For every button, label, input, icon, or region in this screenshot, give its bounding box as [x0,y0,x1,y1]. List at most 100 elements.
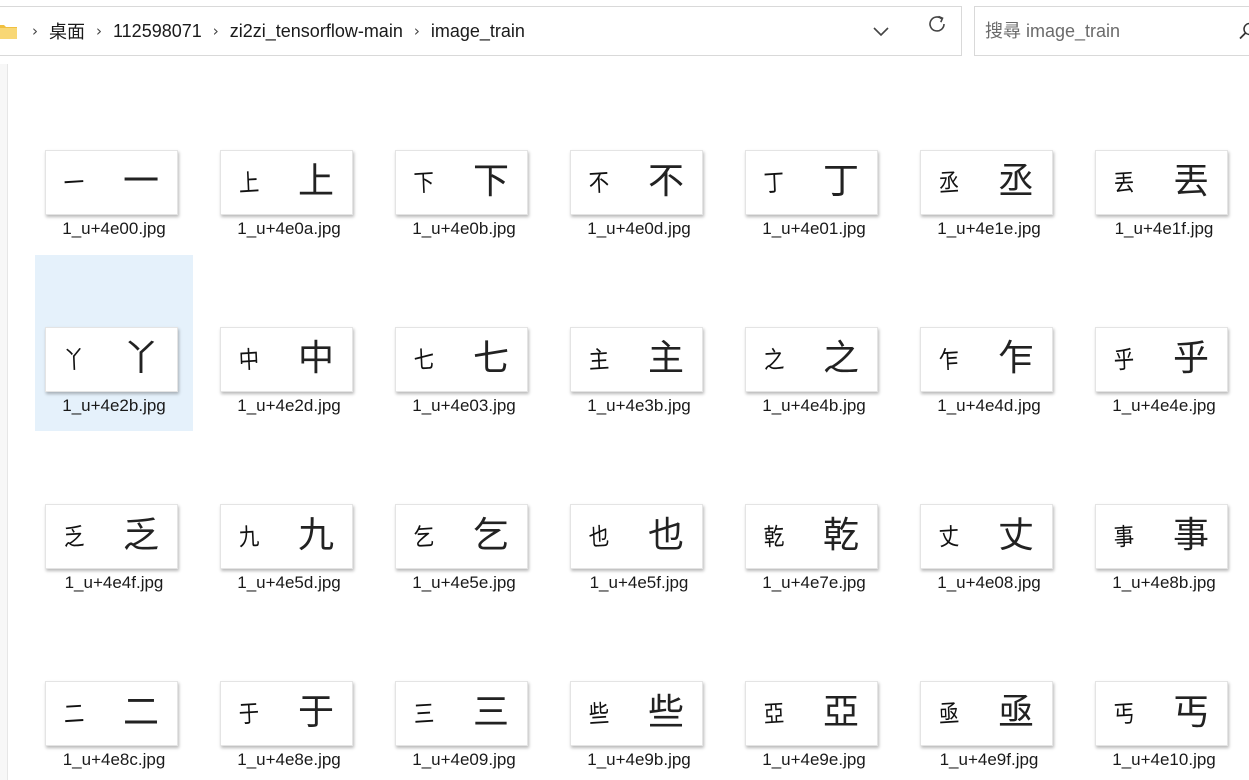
file-item[interactable]: 乞乞 1_u+4e5e.jpg [385,432,543,608]
thumbnail-handwritten-glyph: 七 [413,345,435,375]
file-name-label: 1_u+4e8b.jpg [1112,573,1216,592]
file-thumbnail: 丐丐 [1095,681,1228,746]
thumbnail-printed-glyph: 上 [297,161,334,202]
thumbnail-printed-glyph: 丐 [1172,692,1209,733]
file-name-label: 1_u+4e00.jpg [62,219,166,238]
file-item[interactable]: 于于 1_u+4e8e.jpg [210,609,368,780]
file-name-label: 1_u+4e4b.jpg [762,396,866,415]
file-item[interactable]: 些 些 1_u+4e9b.jpg [560,609,718,780]
file-item[interactable]: 乍乍 1_u+4e4d.jpg [910,255,1068,431]
thumbnail-printed-glyph: 二 [122,692,159,733]
file-name-label: 1_u+4e5e.jpg [412,573,516,592]
file-thumbnail: 中中 [220,327,353,392]
file-thumbnail: 乍乍 [920,327,1053,392]
file-item[interactable]: 三三 1_u+4e09.jpg [385,609,543,780]
thumbnail-printed-glyph: 乞 [472,515,509,556]
thumbnail-printed-glyph: 三 [472,692,509,733]
file-item[interactable]: 乾乾 1_u+4e7e.jpg [735,432,893,608]
thumbnail-handwritten-glyph: 二 [63,699,85,729]
file-item[interactable]: 丫丫 1_u+4e2b.jpg [35,255,193,431]
file-thumbnail: 于于 [220,681,353,746]
file-name-label: 1_u+4e9b.jpg [587,750,691,769]
file-thumbnail: 丫丫 [45,327,178,392]
file-item[interactable]: 丁丁 1_u+4e01.jpg [735,78,893,254]
file-thumbnail: 亟亟 [920,681,1053,746]
thumbnail-printed-glyph: 一 [122,161,159,202]
thumbnail-printed-glyph: 些 [647,692,684,733]
file-item[interactable]: 二二 1_u+4e8c.jpg [35,609,193,780]
file-name-label: 1_u+4e10.jpg [1112,750,1216,769]
file-name-label: 1_u+4e4f.jpg [64,573,164,592]
file-thumbnail: 上上 [220,150,353,215]
thumbnail-printed-glyph: 七 [472,338,509,379]
file-item[interactable]: 乎乎 1_u+4e4e.jpg [1085,255,1243,431]
file-item[interactable]: 下下 1_u+4e0b.jpg [385,78,543,254]
thumbnail-handwritten-glyph: 三 [413,699,435,729]
file-thumbnail: 之之 [745,327,878,392]
thumbnail-handwritten-glyph: 丈 [938,522,960,552]
file-item[interactable]: 乏 乏 1_u+4e4f.jpg [35,432,193,608]
file-item[interactable]: 也也 1_u+4e5f.jpg [560,432,718,608]
thumbnail-printed-glyph: 于 [297,692,334,733]
thumbnail-handwritten-glyph: 下 [413,168,435,198]
file-item[interactable]: 上上 1_u+4e0a.jpg [210,78,368,254]
thumbnail-handwritten-glyph: 丫 [63,345,85,375]
file-item[interactable]: 丐丐 1_u+4e10.jpg [1085,609,1243,780]
file-item[interactable]: 丈 丈 1_u+4e08.jpg [910,432,1068,608]
thumbnail-handwritten-glyph: 于 [238,699,260,729]
file-item[interactable]: 七七 1_u+4e03.jpg [385,255,543,431]
file-name-label: 1_u+4e2d.jpg [237,396,341,415]
thumbnail-printed-glyph: 丫 [122,338,159,379]
file-thumbnail: 二二 [45,681,178,746]
thumbnail-handwritten-glyph: 九 [238,522,260,552]
thumbnail-handwritten-glyph: 丁 [763,168,785,198]
file-item[interactable]: 不不 1_u+4e0d.jpg [560,78,718,254]
file-thumbnail: 亞亞 [745,681,878,746]
file-name-label: 1_u+4e4e.jpg [1112,396,1216,415]
file-name-label: 1_u+4e8e.jpg [237,750,341,769]
file-name-label: 1_u+4e5d.jpg [237,573,341,592]
thumbnail-handwritten-glyph: 些 [588,699,610,729]
file-name-label: 1_u+4e0d.jpg [587,219,691,238]
file-item[interactable]: 亟亟 1_u+4e9f.jpg [910,609,1068,780]
thumbnail-printed-glyph: 中 [297,338,334,379]
file-name-label: 1_u+4e03.jpg [412,396,516,415]
file-item[interactable]: 丞丞 1_u+4e1e.jpg [910,78,1068,254]
thumbnail-handwritten-glyph: 不 [588,168,610,198]
file-thumbnail: 也也 [570,504,703,569]
file-thumbnail: 丁丁 [745,150,878,215]
thumbnail-printed-glyph: 不 [647,161,684,202]
file-name-label: 1_u+4e4d.jpg [937,396,1041,415]
file-item[interactable]: 丟丟 1_u+4e1f.jpg [1085,78,1243,254]
file-item[interactable]: 中中 1_u+4e2d.jpg [210,255,368,431]
file-item[interactable]: 之之 1_u+4e4b.jpg [735,255,893,431]
thumbnail-handwritten-glyph: 丟 [1113,168,1135,198]
thumbnail-handwritten-glyph: 中 [238,345,260,375]
thumbnail-printed-glyph: 乾 [822,515,859,556]
file-item[interactable]: 九九 1_u+4e5d.jpg [210,432,368,608]
thumbnail-printed-glyph: 丁 [822,161,859,202]
file-item[interactable]: 一一 1_u+4e00.jpg [35,78,193,254]
file-thumbnail: 不不 [570,150,703,215]
file-thumbnail: 主主 [570,327,703,392]
thumbnail-handwritten-glyph: 乍 [938,345,960,375]
thumbnail-printed-glyph: 乎 [1172,338,1209,379]
file-item[interactable]: 主主 1_u+4e3b.jpg [560,255,718,431]
file-name-label: 1_u+4e9f.jpg [939,750,1039,769]
file-thumbnail: 七七 [395,327,528,392]
thumbnail-printed-glyph: 丟 [1172,161,1209,202]
thumbnail-handwritten-glyph: 亞 [763,699,785,729]
file-name-label: 1_u+4e01.jpg [762,219,866,238]
file-thumbnail: 乾乾 [745,504,878,569]
file-item[interactable]: 亞亞 1_u+4e9e.jpg [735,609,893,780]
thumbnail-printed-glyph: 乏 [122,515,159,556]
file-thumbnail: 乎乎 [1095,327,1228,392]
thumbnail-handwritten-glyph: 乏 [63,522,85,552]
file-name-label: 1_u+4e08.jpg [937,573,1041,592]
file-name-label: 1_u+4e9e.jpg [762,750,866,769]
thumbnail-printed-glyph: 丈 [997,515,1034,556]
thumbnail-handwritten-glyph: 事 [1113,522,1135,552]
file-thumbnail: 丞丞 [920,150,1053,215]
thumbnail-handwritten-glyph: 主 [588,345,610,375]
file-item[interactable]: 事事 1_u+4e8b.jpg [1085,432,1243,608]
